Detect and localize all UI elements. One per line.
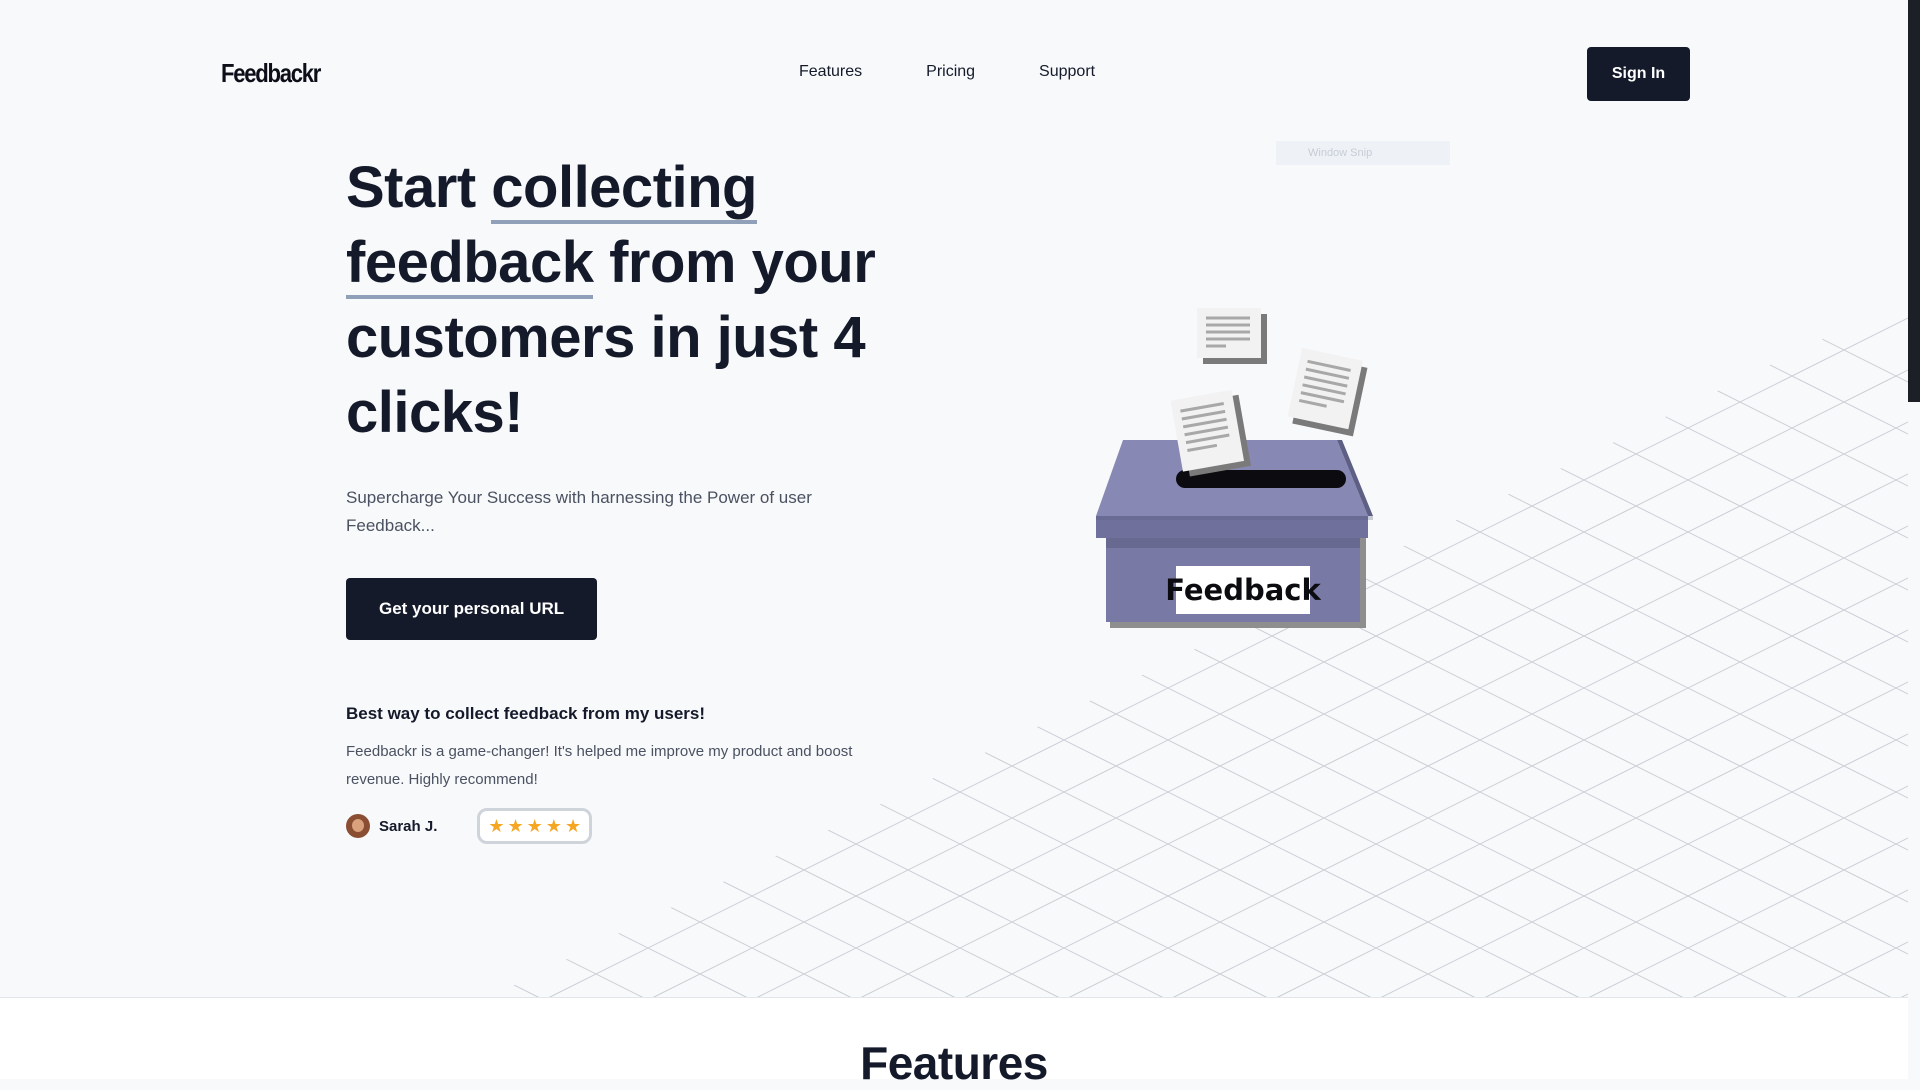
- testimonial-author: Sarah J. ★ ★ ★ ★ ★: [346, 808, 906, 844]
- star-icon: ★: [564, 816, 582, 836]
- sign-in-button[interactable]: Sign In: [1587, 47, 1690, 101]
- nav-link-support[interactable]: Support: [1039, 63, 1095, 81]
- testimonial-text: Feedbackr is a game-changer! It's helped…: [346, 743, 853, 788]
- headline-part-1: Start: [346, 155, 492, 220]
- star-icon: ★: [526, 816, 543, 836]
- star-icon: ★: [488, 816, 505, 836]
- star-rating: ★ ★ ★ ★ ★: [477, 808, 593, 844]
- headline-underlined-collecting: collecting: [491, 155, 757, 224]
- hero-section: Start collecting feedback from your custo…: [346, 150, 906, 844]
- scrollbar-thumb[interactable]: [1908, 0, 1920, 402]
- logo[interactable]: Feedbackr: [221, 58, 321, 89]
- paper-icon: [1287, 347, 1368, 437]
- site-header: Feedbackr Features Pricing Support Sign …: [0, 0, 1920, 148]
- star-icon: ★: [507, 816, 524, 836]
- star-icon: ★: [545, 816, 562, 836]
- isometric-grid-background: [490, 297, 1908, 997]
- get-personal-url-button[interactable]: Get your personal URL: [346, 578, 598, 640]
- hero-subtitle: Supercharge Your Success with harnessing…: [346, 488, 812, 535]
- testimonial-title: Best way to collect feedback from my use…: [346, 704, 706, 723]
- paper-icon: [1197, 308, 1267, 364]
- paper-icon: [1170, 389, 1251, 477]
- author-name: Sarah J.: [379, 817, 438, 835]
- avatar: [346, 814, 370, 838]
- nav-link-pricing[interactable]: Pricing: [926, 63, 975, 81]
- feedback-box-illustration: Feedback: [1096, 308, 1373, 628]
- main-nav: Features Pricing Support: [799, 63, 1095, 81]
- features-heading: Features: [860, 1037, 1048, 1089]
- hero-headline: Start collecting feedback from your custo…: [346, 150, 906, 450]
- headline-underlined-feedback: feedback: [346, 230, 594, 299]
- box-label: Feedback: [1165, 573, 1321, 607]
- nav-link-features[interactable]: Features: [799, 63, 862, 81]
